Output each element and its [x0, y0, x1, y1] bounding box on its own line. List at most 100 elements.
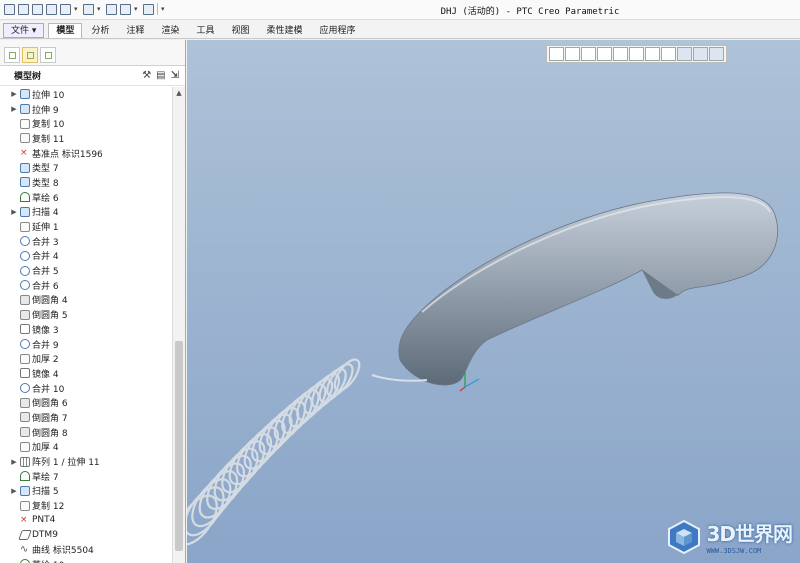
view-toolbar: [546, 45, 727, 63]
extrude-icon: [20, 104, 30, 115]
refit-icon[interactable]: [549, 47, 564, 61]
tree-item[interactable]: 倒圆角 5: [0, 307, 172, 322]
expand-arrow-icon[interactable]: ▶: [9, 90, 19, 98]
tree-item[interactable]: 镜像 4: [0, 366, 172, 381]
tab-render[interactable]: 渲染: [153, 23, 187, 38]
tree-item[interactable]: 倒圆角 6: [0, 395, 172, 410]
tree-item-label: 拉伸 9: [32, 105, 59, 116]
zoom-out-icon[interactable]: [581, 47, 596, 61]
tree-item[interactable]: 复制 12: [0, 498, 172, 513]
tree-item[interactable]: 倒圆角 4: [0, 293, 172, 308]
tree-item[interactable]: 合并 4: [0, 249, 172, 264]
coil-cord: [187, 358, 361, 546]
tree-item[interactable]: DTM9: [0, 528, 172, 543]
thicken-icon: [20, 353, 30, 364]
tree-item[interactable]: 合并 6: [0, 278, 172, 293]
tree-item[interactable]: 加厚 4: [0, 440, 172, 455]
tab-view[interactable]: 视图: [224, 23, 258, 38]
ribbon-tabs: 文件 ▾ 模型 分析 注释 渲染 工具 视图 柔性建模 应用程序: [0, 21, 800, 39]
pattern-icon: [20, 456, 30, 467]
settings-icon[interactable]: ⚒: [142, 70, 151, 81]
tree-item[interactable]: × PNT4: [0, 513, 172, 528]
tree-item[interactable]: ▶ 阵列 1 / 拉伸 11: [0, 454, 172, 469]
folder-browser-tab[interactable]: [22, 47, 38, 63]
tree-item[interactable]: 镜像 3: [0, 322, 172, 337]
tree-item[interactable]: 倒圆角 7: [0, 410, 172, 425]
tree-item[interactable]: 合并 5: [0, 263, 172, 278]
tree-item[interactable]: ▶ 拉伸 9: [0, 102, 172, 117]
tree-item[interactable]: 合并 9: [0, 337, 172, 352]
tab-file[interactable]: 文件 ▾: [3, 23, 45, 38]
tab-tools[interactable]: 工具: [188, 23, 222, 38]
folder-icon: [27, 52, 34, 59]
tree-item[interactable]: ∿ 曲线 标识5504: [0, 542, 172, 557]
tab-model[interactable]: 模型: [48, 23, 83, 38]
navigator-tabs: [0, 40, 185, 66]
view-manager-icon[interactable]: [645, 47, 660, 61]
tab-analysis[interactable]: 分析: [83, 23, 117, 38]
window-title: DHJ (活动的) - PTC Creo Parametric: [440, 7, 620, 17]
repaint-icon[interactable]: [597, 47, 612, 61]
tab-annotate[interactable]: 注释: [118, 23, 152, 38]
star-icon: [45, 52, 52, 59]
tree-item-label: 拉伸 10: [32, 90, 65, 101]
watermark: 3D世界网 WWW.3DSJW.COM: [666, 518, 793, 555]
tree-item[interactable]: 类型 7: [0, 160, 172, 175]
expand-arrow-icon[interactable]: ▶: [9, 208, 19, 216]
chevron-down-icon: ▾: [31, 26, 37, 36]
tree-item[interactable]: 草绘 7: [0, 469, 172, 484]
tree-item[interactable]: ▶ 拉伸 10: [0, 87, 172, 102]
telephone-handset-model[interactable]: [187, 40, 800, 563]
tree-item-label: DTM9: [32, 529, 58, 540]
copy-icon: [20, 500, 30, 511]
tree-item-label: 镜像 4: [32, 369, 59, 380]
tree-item-label: 曲线 标识5504: [32, 546, 94, 557]
model-tree-tab[interactable]: [4, 47, 20, 63]
tree-scrollbar[interactable]: ▲: [172, 87, 185, 563]
filter-icon[interactable]: ⇲: [171, 70, 179, 81]
tree-item[interactable]: 复制 11: [0, 131, 172, 146]
expand-arrow-icon[interactable]: ▶: [9, 105, 19, 113]
datum-display-icon[interactable]: [677, 47, 692, 61]
tree-item[interactable]: ▶ 扫描 4: [0, 205, 172, 220]
tab-flexible-modeling[interactable]: 柔性建模: [259, 23, 311, 38]
expand-arrow-icon[interactable]: ▶: [9, 458, 19, 466]
scroll-up-icon[interactable]: ▲: [173, 87, 185, 99]
tree-item-label: 合并 6: [32, 281, 59, 292]
tree-item[interactable]: 草绘 10: [0, 557, 172, 563]
annotation-display-icon[interactable]: [709, 47, 724, 61]
tab-applications[interactable]: 应用程序: [312, 23, 364, 38]
round-icon: [20, 397, 30, 408]
tree-tools: ⚒ ▤ ⇲: [142, 70, 179, 81]
model-tree-header: 模型树 ⚒ ▤ ⇲: [0, 66, 185, 86]
tree-item[interactable]: × 基准点 标识1596: [0, 146, 172, 161]
scroll-thumb[interactable]: [175, 341, 183, 551]
tree-item[interactable]: 合并 3: [0, 234, 172, 249]
favorites-tab[interactable]: [40, 47, 56, 63]
tree-item[interactable]: 类型 8: [0, 175, 172, 190]
tree-item[interactable]: 合并 10: [0, 381, 172, 396]
tree-item[interactable]: 复制 10: [0, 116, 172, 131]
extrude-icon: [20, 89, 30, 100]
display-style-icon[interactable]: [613, 47, 628, 61]
perspective-icon[interactable]: [661, 47, 676, 61]
tree-item[interactable]: 延伸 1: [0, 219, 172, 234]
tree-item[interactable]: 加厚 2: [0, 351, 172, 366]
tree-item-label: 复制 11: [32, 134, 65, 145]
tree-item[interactable]: 草绘 6: [0, 190, 172, 205]
navigator-panel: 模型树 ⚒ ▤ ⇲ ▶ 拉伸 10 ▶ 拉伸 9 复制 10 复制 11 × 基准点 标识15…: [0, 40, 186, 563]
thicken-icon: [20, 441, 30, 452]
graphics-viewport[interactable]: 3D世界网 WWW.3DSJW.COM: [187, 40, 800, 563]
tree-item[interactable]: 倒圆角 8: [0, 425, 172, 440]
extend-icon: [20, 221, 30, 232]
saved-views-icon[interactable]: [629, 47, 644, 61]
tree-item[interactable]: ▶ 扫描 5: [0, 484, 172, 499]
watermark-url: WWW.3DSJW.COM: [706, 547, 762, 555]
spin-center-icon[interactable]: [693, 47, 708, 61]
show-icon[interactable]: ▤: [156, 70, 165, 81]
mirror-icon: [20, 324, 30, 335]
expand-arrow-icon[interactable]: ▶: [9, 487, 19, 495]
model-tree: ▶ 拉伸 10 ▶ 拉伸 9 复制 10 复制 11 × 基准点 标识1596 类型 7 类型 8…: [0, 87, 172, 563]
tree-item-label: 倒圆角 8: [32, 428, 68, 439]
zoom-in-icon[interactable]: [565, 47, 580, 61]
